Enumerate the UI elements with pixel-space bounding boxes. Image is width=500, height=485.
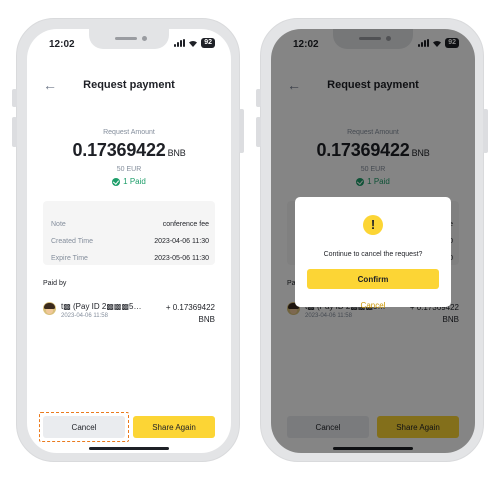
paid-count-label: 1 Paid [123, 177, 146, 186]
screen-right: 12:02 92 ← Request payment Request Amoun… [271, 29, 475, 453]
payer-row[interactable]: t▩ (Pay ID 2▩▩▩5… 2023-04-06 11:58 + 0.1… [43, 301, 215, 331]
amount-label: Request Amount [103, 129, 155, 136]
info-value: conference fee [162, 221, 209, 228]
info-value: 2023-04-06 11:30 [154, 238, 209, 245]
payer-amount-currency: BNB [198, 315, 215, 324]
payer-amount-value: + 0.17369422 [165, 303, 215, 312]
dialog-message: Continue to cancel the request? [323, 251, 423, 258]
payer-amount: + 0.17369422 BNB [166, 302, 215, 326]
screen-left: 12:02 92 ← Request payment Request Amoun… [27, 29, 231, 453]
mute-switch [12, 89, 17, 107]
cancel-confirm-dialog: ! Continue to cancel the request? Confir… [295, 197, 451, 310]
info-key: Note [51, 221, 66, 228]
check-circle-icon [112, 177, 121, 186]
request-info-card: Note conference fee Created Time 2023-04-0… [43, 201, 215, 265]
power-button [239, 109, 244, 153]
confirm-button[interactable]: Confirm [307, 269, 439, 289]
info-key: Expire Time [51, 255, 88, 262]
cancel-button[interactable]: Cancel [43, 416, 125, 438]
info-key: Created Time [51, 238, 94, 245]
request-amount: 0.17369422 BNB [27, 140, 231, 161]
payer-name: t▩ (Pay ID 2▩▩▩5… [61, 302, 142, 311]
power-button [483, 109, 488, 153]
fiat-amount: 50 EUR [116, 166, 142, 173]
share-again-button[interactable]: Share Again [133, 416, 215, 438]
exclamation-icon: ! [363, 215, 383, 235]
wifi-icon [189, 40, 198, 47]
info-value: 2023-05-06 11:30 [154, 255, 209, 262]
status-icons: 92 [174, 38, 215, 48]
page-header: ← Request payment [27, 77, 231, 97]
payer-time: 2023-04-06 11:58 [61, 313, 108, 319]
page-title: Request payment [83, 79, 175, 91]
battery-icon: 92 [201, 38, 215, 48]
info-row-created: Created Time 2023-04-06 11:30 [51, 238, 209, 245]
info-row-note: Note conference fee [51, 221, 209, 228]
paid-status: 1 Paid [27, 177, 231, 186]
home-indicator [89, 447, 169, 450]
volume-up-button [256, 117, 261, 147]
amount-currency: BNB [167, 148, 186, 158]
paid-by-label: Paid by [43, 280, 67, 287]
volume-up-button [12, 117, 17, 147]
notch [89, 29, 169, 49]
info-row-expire: Expire Time 2023-05-06 11:30 [51, 255, 209, 262]
mute-switch [256, 89, 261, 107]
phone-frame-left: 12:02 92 ← Request payment Request Amoun… [12, 18, 244, 462]
status-bar: 12:02 92 [27, 29, 231, 59]
avatar [43, 302, 56, 315]
phone-frame-right: 12:02 92 ← Request payment Request Amoun… [256, 18, 488, 462]
status-time: 12:02 [49, 39, 75, 50]
signal-icon [174, 39, 186, 47]
bottom-action-bar: Cancel Share Again [27, 404, 231, 444]
amount-value: 0.17369422 [72, 140, 166, 160]
dialog-cancel-button[interactable]: Cancel [295, 301, 451, 310]
